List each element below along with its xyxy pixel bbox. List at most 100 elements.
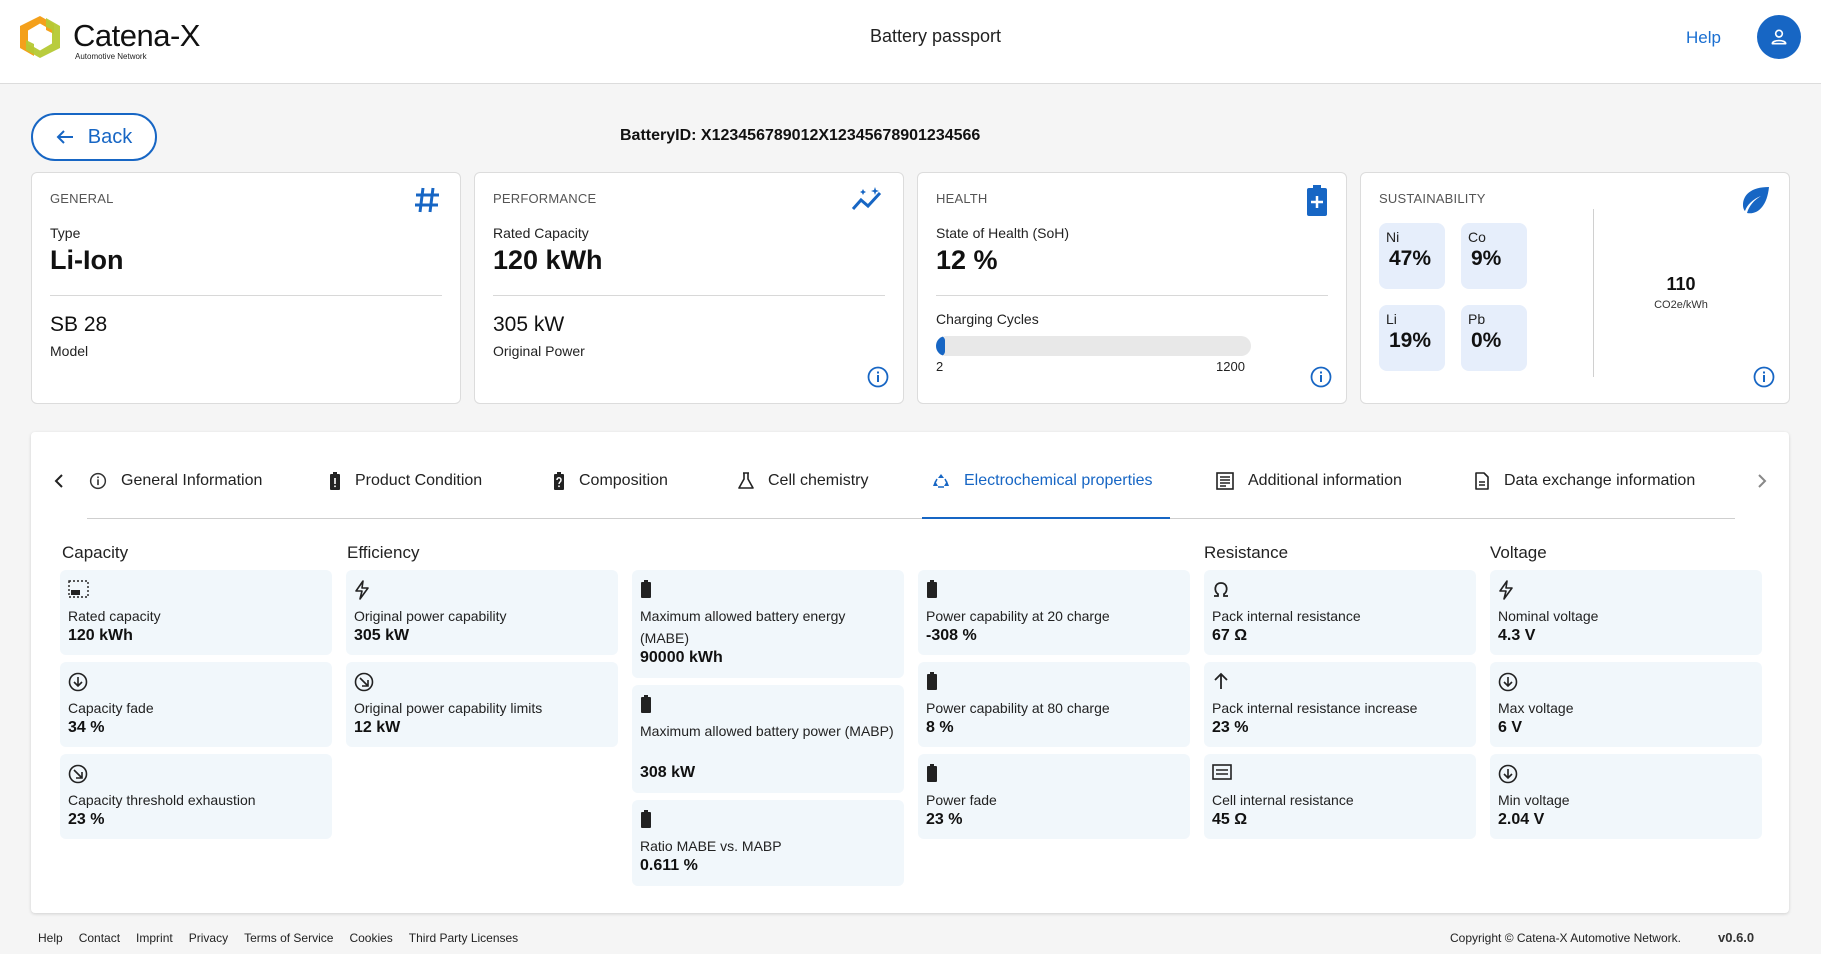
performance-card: PERFORMANCE Rated Capacity 120 kWh 305 k…: [474, 172, 904, 404]
property-label: Max voltage: [1498, 700, 1574, 716]
property-capacity-fade: Capacity fade 34 %: [60, 662, 332, 747]
property-power-fade: Power fade 23 %: [918, 754, 1190, 839]
property-value: 23 %: [1212, 719, 1249, 736]
property-value: 23 %: [68, 811, 105, 828]
battery-unknown-icon: [554, 472, 564, 490]
back-button-label: Back: [87, 125, 133, 148]
property-label: Min voltage: [1498, 792, 1570, 808]
info-icon[interactable]: [867, 366, 889, 393]
battery-icon: [927, 580, 937, 598]
property-label: Cell internal resistance: [1212, 792, 1354, 808]
footer-link-third-party-licenses[interactable]: Third Party Licenses: [409, 931, 518, 945]
tabs-scroll-right-button[interactable]: [1756, 472, 1768, 495]
property-cell-internal-resistance: Cell internal resistance 45 Ω: [1204, 754, 1476, 839]
original-power-value: 305 kW: [493, 313, 565, 336]
tab-electrochemical-properties[interactable]: Electrochemical properties: [932, 466, 1153, 496]
battery-alert-icon: [330, 472, 340, 490]
property-value: 34 %: [68, 719, 105, 736]
property-power-capability-20: Power capability at 20 charge -308 %: [918, 570, 1190, 655]
rated-capacity-label: Rated Capacity: [493, 225, 589, 241]
property-value: 45 Ω: [1212, 811, 1248, 828]
property-rated-capacity: Rated capacity 120 kWh: [60, 570, 332, 655]
tab-composition[interactable]: Composition: [553, 466, 668, 496]
material-value: 0%: [1471, 329, 1502, 352]
footer-link-cookies[interactable]: Cookies: [349, 931, 392, 945]
arrow-circle-down-icon: [1498, 672, 1518, 692]
property-label: Capacity fade: [68, 700, 154, 716]
tab-data-exchange-information[interactable]: Data exchange information: [1474, 466, 1695, 496]
copyright: Copyright © Catena-X Automotive Network.: [1450, 931, 1681, 945]
tab-label: Composition: [579, 472, 668, 489]
bolt-icon: [1499, 580, 1513, 600]
help-link[interactable]: Help: [1686, 28, 1721, 48]
model-value: SB 28: [50, 313, 108, 336]
material-value: 47%: [1389, 247, 1432, 270]
property-value: 308 kW: [640, 764, 696, 781]
footer-link-imprint[interactable]: Imprint: [136, 931, 173, 945]
tab-product-condition[interactable]: Product Condition: [329, 466, 482, 496]
property-value: 0.611 %: [640, 857, 698, 874]
battery-icon: [641, 695, 651, 713]
property-capacity-threshold-exhaustion: Capacity threshold exhaustion 23 %: [60, 754, 332, 839]
active-tab-indicator: [922, 517, 1170, 519]
info-icon[interactable]: [1310, 366, 1332, 393]
general-card: GENERAL Type Li-Ion SB 28 Model: [31, 172, 461, 404]
article-icon: [1216, 472, 1234, 490]
tab-label: Electrochemical properties: [964, 472, 1153, 489]
footer-link-help[interactable]: Help: [38, 931, 63, 945]
tab-label: Cell chemistry: [768, 472, 869, 489]
bolt-icon: [355, 580, 369, 600]
property-label: Maximum allowed battery energy (MABE): [640, 608, 846, 646]
property-value: 120 kWh: [68, 627, 133, 644]
tab-general-information[interactable]: General Information: [89, 466, 262, 496]
info-icon[interactable]: [1753, 366, 1775, 393]
arrow-circle-down-icon: [68, 672, 88, 692]
cycles-max: 1200: [1216, 359, 1245, 374]
tab-label: Additional information: [1248, 472, 1402, 489]
property-value: 12 kW: [354, 719, 401, 736]
tab-cell-chemistry[interactable]: Cell chemistry: [738, 466, 868, 496]
version: v0.6.0: [1718, 930, 1755, 945]
tabs-scroll-left-button[interactable]: [53, 472, 65, 495]
charging-cycles-label: Charging Cycles: [936, 311, 1039, 327]
chevron-left-icon: [54, 474, 63, 488]
health-card: HEALTH State of Health (SoH) 12 % Chargi…: [917, 172, 1347, 404]
footer-links: Help Contact Imprint Privacy Terms of Se…: [38, 931, 518, 945]
section-title-efficiency: Efficiency: [347, 543, 420, 562]
resistor-icon: [1212, 764, 1232, 780]
tabs-divider: [87, 518, 1735, 519]
property-pack-internal-resistance-increase: Pack internal resistance increase 23 %: [1204, 662, 1476, 747]
property-original-power-capability-limits: Original power capability limits 12 kW: [346, 662, 618, 747]
footer-link-terms[interactable]: Terms of Service: [244, 931, 333, 945]
property-label: Power capability at 20 charge: [926, 608, 1110, 624]
property-label: Power fade: [926, 792, 997, 808]
material-symbol: Ni: [1386, 229, 1400, 245]
footer-link-privacy[interactable]: Privacy: [189, 931, 228, 945]
user-avatar-button[interactable]: [1757, 15, 1801, 59]
tab-label: Product Condition: [355, 472, 483, 489]
material-tile-co: Co 9%: [1461, 223, 1527, 289]
sparkle-chart-icon: [851, 185, 885, 220]
property-value: 6 V: [1498, 719, 1523, 736]
tab-additional-information[interactable]: Additional information: [1216, 466, 1402, 496]
arrow-circle-down-icon: [1498, 764, 1518, 784]
battery-icon: [641, 580, 651, 598]
material-tile-ni: Ni 47%: [1379, 223, 1445, 289]
card-title: SUSTAINABILITY: [1379, 191, 1486, 206]
type-value: Li-Ion: [50, 245, 124, 275]
original-power-label: Original Power: [493, 343, 585, 359]
section-title-resistance: Resistance: [1204, 543, 1289, 562]
details-panel: General Information Product Condition Co…: [31, 432, 1789, 913]
property-power-capability-80: Power capability at 80 charge 8 %: [918, 662, 1190, 747]
section-title-voltage: Voltage: [1490, 543, 1547, 562]
arrow-left-icon: [56, 130, 73, 144]
back-button[interactable]: Back: [31, 113, 157, 161]
property-label: Pack internal resistance: [1212, 608, 1361, 624]
property-label: Power capability at 80 charge: [926, 700, 1110, 716]
app-header: Catena-X Automotive Network Battery pass…: [0, 0, 1821, 84]
footer-link-contact[interactable]: Contact: [79, 931, 120, 945]
battery-plus-icon: [1306, 185, 1328, 222]
rated-capacity-value: 120 kWh: [493, 245, 603, 275]
hashtag-icon: [412, 185, 442, 220]
property-value: 305 kW: [354, 627, 410, 644]
